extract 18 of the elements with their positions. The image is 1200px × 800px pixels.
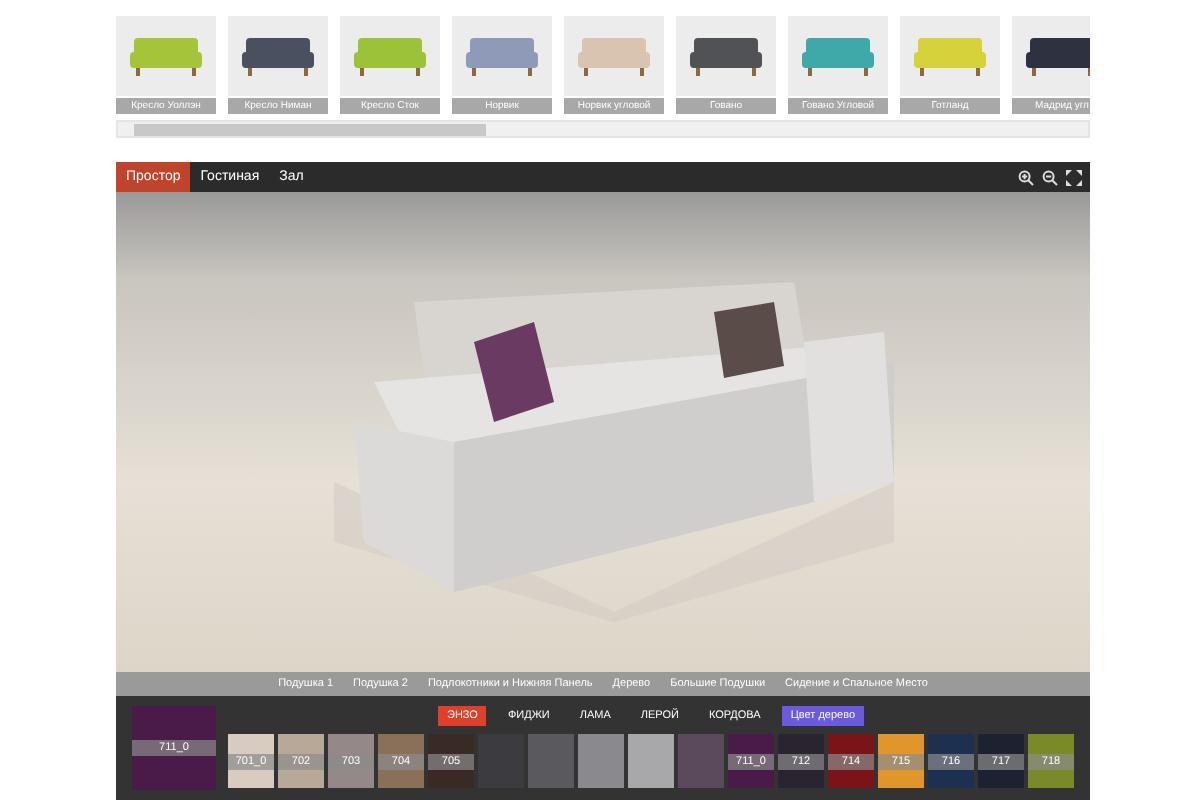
sofa-icon	[462, 34, 542, 78]
fullscreen-icon[interactable]	[1066, 169, 1082, 185]
zoom-out-icon[interactable]	[1042, 169, 1058, 185]
color-swatch[interactable]	[628, 734, 674, 788]
sofa-icon	[126, 34, 206, 78]
sofa-icon	[686, 34, 766, 78]
sofa-icon	[910, 34, 990, 78]
scrollbar-thumb[interactable]	[134, 124, 486, 136]
scrollbar[interactable]	[116, 120, 1090, 138]
sofa-icon	[350, 34, 430, 78]
sofa-icon	[1022, 34, 1090, 78]
sofa-icon	[238, 34, 318, 78]
color-swatch[interactable]	[678, 734, 724, 788]
color-swatch[interactable]	[528, 734, 574, 788]
color-swatch[interactable]	[578, 734, 624, 788]
sofa-icon	[574, 34, 654, 78]
sofa-icon	[798, 34, 878, 78]
zoom-in-icon[interactable]	[1018, 169, 1034, 185]
